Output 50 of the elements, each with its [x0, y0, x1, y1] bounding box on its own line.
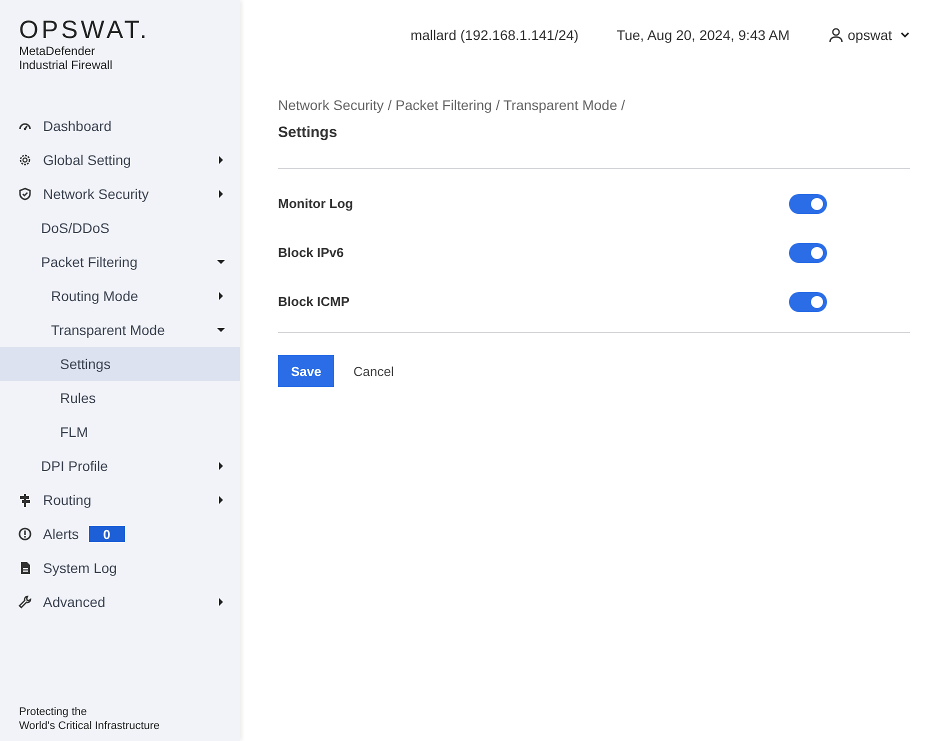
caret-icon — [217, 598, 225, 606]
user-icon[interactable] — [828, 27, 844, 43]
setting-label: Monitor Log — [278, 196, 354, 211]
sidebar-item[interactable]: DPI Profile — [0, 449, 240, 483]
logo-text: OPSWAT. — [19, 16, 150, 44]
sidebar-item[interactable]: Dashboard — [0, 109, 240, 143]
wrench-icon — [18, 595, 32, 609]
toggle-switch[interactable] — [789, 194, 827, 214]
alert-icon — [18, 527, 32, 541]
chevron-down-icon[interactable] — [900, 30, 910, 40]
user-name[interactable]: opswat — [848, 27, 892, 43]
sidebar-item[interactable]: Transparent Mode — [0, 313, 240, 347]
sidebar-item[interactable]: Routing — [0, 483, 240, 517]
caret-icon — [217, 292, 225, 300]
cancel-button[interactable]: Cancel — [353, 364, 394, 378]
sidebar-item[interactable]: Settings — [0, 347, 240, 381]
sidebar-item[interactable]: Advanced — [0, 585, 240, 619]
sidebar-item[interactable]: DoS/DDoS — [0, 211, 240, 245]
sidebar-item[interactable]: FLM — [0, 415, 240, 449]
caret-icon — [217, 462, 225, 470]
setting-label: Block IPv6 — [278, 245, 344, 260]
count-badge: 0 — [88, 526, 125, 542]
sidebar-item[interactable]: Network Security — [0, 177, 240, 211]
tagline-text: Protecting the — [19, 705, 87, 719]
toggle-switch[interactable] — [789, 242, 827, 262]
sidebar-item[interactable]: Global Setting — [0, 143, 240, 177]
save-button[interactable]: Save — [278, 355, 334, 387]
sidebar-item[interactable]: Alerts 0 — [0, 517, 240, 551]
page-title: Settings — [278, 124, 338, 141]
date-time: Tue, Aug 20, 2024, 9:43 AM — [616, 27, 790, 43]
settings-icon — [18, 153, 32, 167]
caret-icon — [217, 326, 225, 334]
product-name: Industrial Firewall — [19, 58, 112, 72]
sidebar-item[interactable]: Packet Filtering — [0, 245, 240, 279]
product-name: MetaDefender — [19, 44, 96, 58]
shield-check-icon — [18, 187, 32, 201]
toggle-switch[interactable] — [789, 292, 827, 312]
document-icon — [18, 561, 32, 575]
caret-icon — [217, 496, 225, 504]
tagline-text: World's Critical Infrastructure — [19, 719, 160, 733]
caret-icon — [217, 156, 225, 164]
sidebar-item[interactable]: System Log — [0, 551, 240, 585]
caret-icon — [217, 190, 225, 198]
signpost-icon — [18, 493, 32, 507]
setting-label: Block ICMP — [278, 294, 350, 309]
host-text: mallard (192.168.1.141/24) — [410, 27, 579, 43]
sidebar-item[interactable]: Rules — [0, 381, 240, 415]
sidebar-item[interactable]: Routing Mode — [0, 279, 240, 313]
breadcrumb: Network Security / Packet Filtering / Transparent Mode / — [278, 97, 626, 113]
caret-icon — [217, 258, 225, 266]
